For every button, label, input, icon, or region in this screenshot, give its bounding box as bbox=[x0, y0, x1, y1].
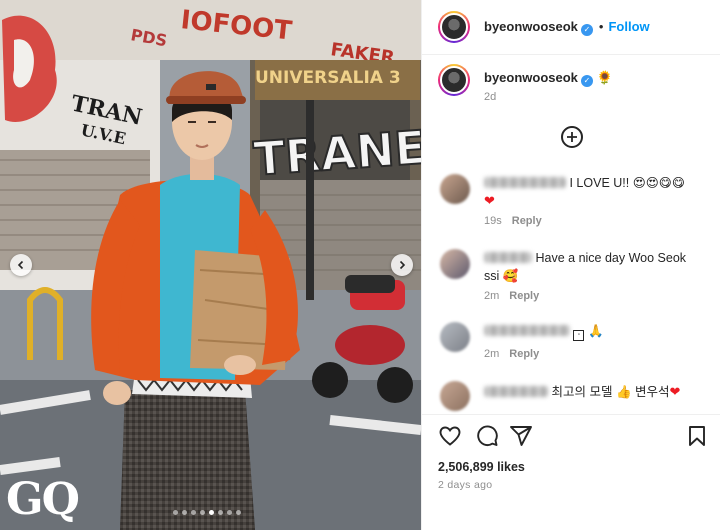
paper-plane-icon[interactable] bbox=[509, 424, 533, 448]
author-username[interactable]: byeonwooseok bbox=[484, 19, 578, 34]
post-actions: 2,506,899 likes 2 days ago bbox=[422, 414, 720, 530]
comment-text: 최고의 모델 👍 변우석❤ bbox=[484, 383, 699, 401]
commenter-username-blurred[interactable] bbox=[484, 386, 548, 397]
reply-button[interactable]: Reply bbox=[512, 215, 542, 227]
separator-dot: • bbox=[598, 19, 604, 34]
emoji-heart-eyes: 😍 bbox=[645, 176, 659, 190]
author-line: byeonwooseok ✓ • Follow bbox=[484, 18, 650, 36]
commenter-username-blurred[interactable] bbox=[484, 325, 570, 336]
gq-logo: GQ bbox=[6, 474, 80, 525]
plus-circle-icon bbox=[567, 132, 577, 142]
emoji-heart-eyes: 😍 bbox=[632, 176, 646, 190]
like-count[interactable]: 2,506,899 likes bbox=[438, 460, 525, 474]
caption-emoji: 🌻 bbox=[596, 70, 613, 85]
carousel-dot bbox=[227, 510, 232, 515]
carousel-dot bbox=[209, 510, 214, 515]
comment-text: ▫ 🙏 bbox=[484, 322, 699, 341]
emoji-placeholder-box: ▫ bbox=[573, 330, 585, 341]
emoji-thumbs-up: 👍 bbox=[615, 385, 632, 399]
commenter-avatar[interactable] bbox=[440, 322, 470, 352]
bookmark-icon[interactable] bbox=[685, 424, 709, 448]
commenter-avatar[interactable] bbox=[440, 174, 470, 204]
svg-text:TRANE: TRANE bbox=[252, 120, 421, 186]
comment-body: 최고의 모델 bbox=[551, 385, 613, 399]
verified-badge-icon: ✓ bbox=[580, 24, 593, 36]
comment-text: Have a nice day Woo Seok ssi 🥰 bbox=[484, 249, 699, 285]
carousel-prev-button[interactable] bbox=[10, 254, 32, 276]
reply-button[interactable]: Reply bbox=[509, 348, 539, 360]
commenter-avatar[interactable] bbox=[440, 249, 470, 279]
comment-meta: 2m Reply bbox=[484, 348, 539, 360]
heart-emoji: ❤ bbox=[484, 193, 495, 208]
commenter-username-blurred[interactable] bbox=[484, 252, 532, 263]
emoji-pray: 🙏 bbox=[587, 324, 604, 338]
post-header: byeonwooseok ✓ • Follow bbox=[422, 0, 720, 55]
commenter-username-blurred[interactable] bbox=[484, 177, 566, 188]
comment-time: 2m bbox=[484, 290, 500, 302]
comment-time: 2m bbox=[484, 348, 500, 360]
heart-outline-icon[interactable] bbox=[438, 424, 462, 448]
comment-meta: 2m Reply bbox=[484, 290, 539, 302]
carousel-dot bbox=[218, 510, 223, 515]
heart-emoji: ❤ bbox=[669, 384, 681, 399]
commenter-avatar[interactable] bbox=[440, 381, 470, 411]
carousel-dot bbox=[236, 510, 241, 515]
comment-time: 19s bbox=[484, 215, 502, 227]
chevron-right-icon bbox=[399, 260, 406, 270]
emoji-yum: 😋 bbox=[671, 176, 685, 190]
follow-button[interactable]: Follow bbox=[608, 19, 649, 34]
emoji-yum: 😋 bbox=[658, 176, 672, 190]
caption-username[interactable]: byeonwooseok bbox=[484, 70, 578, 85]
carousel-dot bbox=[200, 510, 205, 515]
carousel-dot bbox=[191, 510, 196, 515]
comment-meta: 19s Reply bbox=[484, 215, 542, 227]
caption-time: 2d bbox=[484, 91, 497, 103]
carousel-dot bbox=[173, 510, 178, 515]
carousel-next-button[interactable] bbox=[391, 254, 413, 276]
carousel-dots bbox=[173, 510, 241, 515]
comment-body: I LOVE U!! bbox=[569, 176, 630, 190]
view-more-comments-button[interactable] bbox=[561, 126, 583, 148]
author-avatar[interactable] bbox=[438, 11, 470, 43]
verified-badge-icon: ✓ bbox=[580, 75, 593, 87]
comment-text: I LOVE U!! 😍😍😋😋 ❤ bbox=[484, 174, 699, 210]
caption-avatar[interactable] bbox=[438, 64, 470, 96]
emoji-smiling-hearts: 🥰 bbox=[502, 269, 519, 283]
post-photo: IOFOOT FAKER PDS TRAN U.V.E UNIVERSALIA … bbox=[0, 0, 421, 530]
reply-button[interactable]: Reply bbox=[509, 290, 539, 302]
post-side-panel: byeonwooseok ✓ • Follow byeonwooseok ✓ 🌻 2d … bbox=[421, 0, 720, 530]
caption-text: byeonwooseok ✓ 🌻 bbox=[484, 70, 613, 87]
photo-scene: IOFOOT FAKER PDS TRAN U.V.E UNIVERSALIA … bbox=[0, 0, 421, 530]
chevron-left-icon bbox=[17, 260, 24, 270]
comment-body-name: 변우석 bbox=[635, 385, 670, 399]
comment-bubble-icon[interactable] bbox=[475, 424, 499, 448]
carousel-dot bbox=[182, 510, 187, 515]
svg-text:UNIVERSALIA 3: UNIVERSALIA 3 bbox=[255, 68, 401, 88]
post-timestamp: 2 days ago bbox=[438, 479, 493, 491]
